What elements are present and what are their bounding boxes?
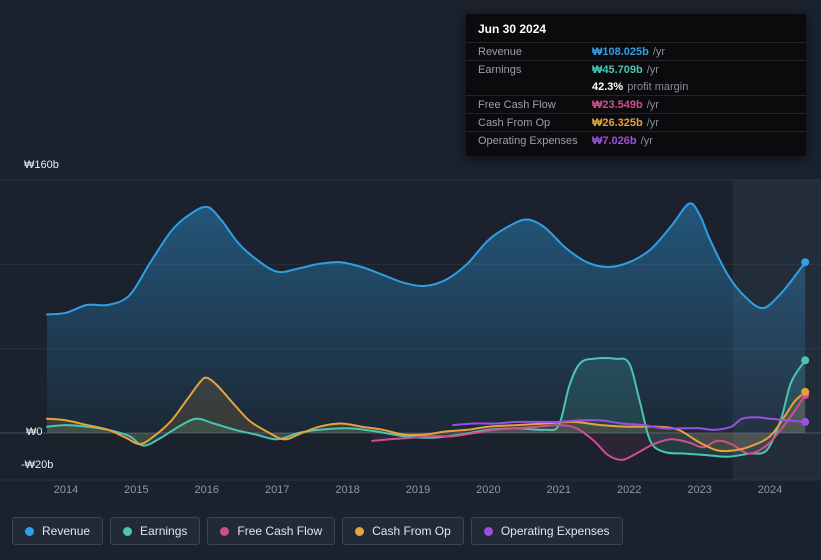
y-axis-label-neg20b: -₩20b	[21, 459, 54, 471]
legend-dot-icon	[123, 526, 133, 536]
x-tick-label: 2018	[335, 484, 360, 496]
tooltip-date: Jun 30 2024	[478, 22, 547, 36]
legend-item-earnings[interactable]: Earnings	[110, 517, 201, 545]
legend-label: Revenue	[42, 524, 91, 538]
tooltip-row-label: Revenue	[478, 45, 523, 58]
y-axis-label-zero: ₩0	[26, 426, 43, 438]
y-axis-label-160b: ₩160b	[24, 159, 59, 171]
chart-tooltip: Jun 30 2024 Revenue ₩108.025b/yr Earnings ₩…	[466, 14, 806, 156]
legend-dot-icon	[483, 526, 493, 536]
tooltip-row-label: Operating Expenses	[478, 134, 578, 147]
x-tick-label: 2021	[546, 484, 572, 496]
tooltip-row-suffix: /yr	[646, 63, 659, 76]
tooltip-row: Cash From Op ₩26.325b/yr	[466, 113, 806, 131]
tooltip-row: Free Cash Flow ₩23.549b/yr	[466, 95, 806, 113]
tooltip-row-suffix: /yr	[646, 98, 659, 111]
legend-label: Earnings	[140, 524, 188, 538]
legend-item-revenue[interactable]: Revenue	[12, 517, 104, 545]
chart-canvas[interactable]	[0, 160, 821, 481]
x-tick-label: 2019	[405, 484, 431, 496]
x-tick-label: 2014	[53, 484, 79, 496]
x-tick-label: 2022	[616, 484, 642, 496]
tooltip-row: Revenue ₩108.025b/yr	[466, 42, 806, 60]
legend-label: Free Cash Flow	[237, 524, 323, 538]
tooltip-row: 42.3% profit margin	[466, 78, 806, 95]
tooltip-row-suffix: /yr	[646, 116, 659, 129]
tooltip-row-label: Earnings	[478, 63, 522, 76]
x-tick-label: 2016	[194, 484, 220, 496]
legend-item-free-cash-flow[interactable]: Free Cash Flow	[207, 517, 336, 545]
tooltip-row-value: ₩23.549b	[592, 98, 643, 111]
financials-chart-screen: ₩160b ₩0 -₩20b 2014 2015 2016 2017 2018 2019 2…	[0, 0, 821, 560]
legend-item-operating-expenses[interactable]: Operating Expenses	[470, 517, 623, 545]
tooltip-row: Operating Expenses ₩7.026b/yr	[466, 131, 806, 149]
tooltip-row-value: ₩26.325b	[592, 116, 643, 129]
tooltip-row-label: Free Cash Flow	[478, 98, 556, 111]
x-tick-label: 2015	[124, 484, 149, 496]
x-tick-label: 2023	[687, 484, 712, 496]
legend-dot-icon	[25, 526, 34, 536]
tooltip-row-value: 42.3%	[592, 80, 624, 93]
tooltip-row-value: ₩108.025b	[592, 45, 649, 58]
tooltip-row-value: ₩7.026b	[592, 134, 637, 147]
legend-dot-icon	[220, 526, 230, 536]
tooltip-rows: Revenue ₩108.025b/yr Earnings ₩45.709b/yr 42…	[466, 42, 806, 149]
legend-label: Operating Expenses	[500, 524, 610, 538]
legend-label: Cash From Op	[372, 524, 451, 538]
tooltip-row-suffix: /yr	[652, 45, 666, 58]
tooltip-row-label: Cash From Op	[478, 116, 551, 129]
tooltip-row-suffix: /yr	[640, 134, 653, 147]
x-tick-label: 2020	[476, 484, 501, 496]
legend-item-cash-from-op[interactable]: Cash From Op	[342, 517, 464, 545]
legend: Revenue Earnings Free Cash Flow Cash From O…	[12, 517, 623, 545]
x-tick-label: 2017	[264, 484, 290, 496]
tooltip-row-suffix: profit margin	[627, 80, 689, 93]
tooltip-row: Earnings ₩45.709b/yr	[466, 60, 806, 78]
x-tick-label: 2024	[757, 484, 783, 496]
legend-dot-icon	[355, 526, 365, 536]
tooltip-row-value: ₩45.709b	[592, 63, 643, 76]
